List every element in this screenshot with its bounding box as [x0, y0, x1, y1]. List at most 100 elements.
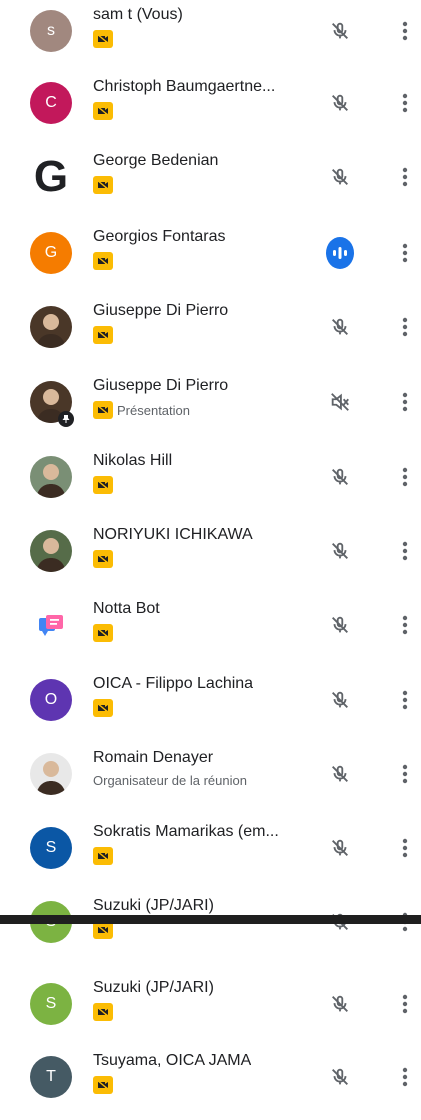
participant-name: Nikolas Hill: [93, 452, 173, 469]
participant-name: Sokratis Mamarikas (em...: [93, 823, 279, 840]
mic-off-icon[interactable]: [326, 17, 354, 45]
avatar: [30, 306, 72, 348]
avatar: S: [30, 983, 72, 1025]
avatar: [30, 530, 72, 572]
mic-off-icon[interactable]: [326, 537, 354, 565]
camera-off-badge-icon: [93, 176, 113, 194]
more-vert-icon[interactable]: [394, 611, 416, 639]
avatar: G: [30, 232, 72, 274]
camera-off-badge-icon: [93, 252, 113, 270]
participant-name: sam t (Vous): [93, 6, 183, 23]
pin-icon: [58, 411, 74, 427]
avatar: s: [30, 10, 72, 52]
participant-row[interactable]: S Sokratis Mamarikas (em...: [0, 817, 421, 891]
more-vert-icon[interactable]: [394, 990, 416, 1018]
participant-name: Giuseppe Di Pierro: [93, 302, 229, 319]
participant-name: Suzuki (JP/JARI): [93, 897, 214, 914]
mic-off-icon[interactable]: [326, 686, 354, 714]
camera-off-badge-icon: [93, 476, 113, 494]
mic-off-icon[interactable]: [326, 463, 354, 491]
participant-status: [93, 1076, 113, 1094]
mic-off-icon[interactable]: [326, 990, 354, 1018]
participant-row[interactable]: Nikolas Hill: [0, 446, 421, 520]
camera-off-badge-icon: [93, 1076, 113, 1094]
participant-status: [93, 102, 113, 120]
mic-off-icon[interactable]: [326, 611, 354, 639]
avatar: C: [30, 82, 72, 124]
screenshot-divider: [0, 915, 421, 924]
participant-name: Giuseppe Di Pierro: [93, 377, 229, 394]
participant-status: [93, 624, 113, 642]
camera-off-badge-icon: [93, 699, 113, 717]
more-vert-icon[interactable]: [394, 537, 416, 565]
participant-row[interactable]: Notta Bot: [0, 594, 421, 668]
more-vert-icon[interactable]: [394, 89, 416, 117]
avatar: [30, 604, 72, 646]
participant-name: Notta Bot: [93, 600, 160, 617]
avatar: G: [33, 156, 69, 198]
more-vert-icon[interactable]: [394, 163, 416, 191]
participant-status: [93, 699, 113, 717]
avatar: O: [30, 679, 72, 721]
participant-row[interactable]: T Tsuyama, OICA JAMA: [0, 1046, 421, 1120]
camera-off-badge-icon: [93, 624, 113, 642]
participant-status: [93, 847, 113, 865]
more-vert-icon[interactable]: [394, 1063, 416, 1091]
participant-row[interactable]: Romain Denayer Organisateur de la réunion: [0, 743, 421, 817]
presentation-label: Présentation: [117, 402, 190, 418]
volume-off-icon[interactable]: [326, 388, 354, 416]
camera-off-badge-icon: [93, 550, 113, 568]
participant-row[interactable]: C Christoph Baumgaertne...: [0, 72, 421, 146]
camera-off-badge-icon: [93, 401, 113, 419]
participant-row[interactable]: S Suzuki (JP/JARI): [0, 973, 421, 1047]
participant-name: Christoph Baumgaertne...: [93, 78, 276, 95]
avatar: S: [30, 827, 72, 869]
participant-status: [93, 550, 113, 568]
participant-status: Organisateur de la réunion: [93, 773, 247, 788]
mic-off-icon[interactable]: [326, 760, 354, 788]
participant-row[interactable]: O OICA - Filippo Lachina: [0, 669, 421, 743]
participant-status: [93, 30, 113, 48]
more-vert-icon[interactable]: [394, 388, 416, 416]
mic-off-icon[interactable]: [326, 89, 354, 117]
participant-name: NORIYUKI ICHIKAWA: [93, 526, 253, 543]
participant-name: Georgios Fontaras: [93, 228, 226, 245]
more-vert-icon[interactable]: [394, 239, 416, 267]
more-vert-icon[interactable]: [394, 463, 416, 491]
participant-row[interactable]: SSuzuki (JP/JARI): [0, 891, 421, 965]
camera-off-badge-icon: [93, 102, 113, 120]
participant-status: [93, 326, 113, 344]
avatar: T: [30, 1056, 72, 1098]
participant-name: Tsuyama, OICA JAMA: [93, 1052, 252, 1069]
participant-status: [93, 252, 113, 270]
audio-level-icon[interactable]: [326, 237, 354, 269]
participant-name: OICA - Filippo Lachina: [93, 675, 254, 692]
camera-off-badge-icon: [93, 30, 113, 48]
camera-off-badge-icon: [93, 326, 113, 344]
participant-row[interactable]: NORIYUKI ICHIKAWA: [0, 520, 421, 594]
participant-name: Suzuki (JP/JARI): [93, 979, 214, 996]
participant-row[interactable]: Giuseppe Di Pierro Présentation: [0, 371, 421, 445]
avatar: [30, 753, 72, 795]
participant-status: [93, 176, 113, 194]
participant-row[interactable]: s sam t (Vous): [0, 0, 421, 74]
participant-row[interactable]: G Georgios Fontaras: [0, 222, 421, 296]
mic-off-icon[interactable]: [326, 834, 354, 862]
more-vert-icon[interactable]: [394, 313, 416, 341]
more-vert-icon[interactable]: [394, 17, 416, 45]
participant-status: [93, 1003, 113, 1021]
camera-off-badge-icon: [93, 1003, 113, 1021]
participant-name: Romain Denayer: [93, 749, 214, 766]
role-label: Organisateur de la réunion: [93, 773, 247, 788]
mic-off-icon[interactable]: [326, 1063, 354, 1091]
participant-status: [93, 476, 113, 494]
participant-status: Présentation: [93, 401, 190, 419]
more-vert-icon[interactable]: [394, 686, 416, 714]
participant-row[interactable]: G George Bedenian: [0, 146, 421, 220]
participant-row[interactable]: Giuseppe Di Pierro: [0, 296, 421, 370]
more-vert-icon[interactable]: [394, 760, 416, 788]
more-vert-icon[interactable]: [394, 834, 416, 862]
participant-name: George Bedenian: [93, 152, 219, 169]
mic-off-icon[interactable]: [326, 163, 354, 191]
mic-off-icon[interactable]: [326, 313, 354, 341]
